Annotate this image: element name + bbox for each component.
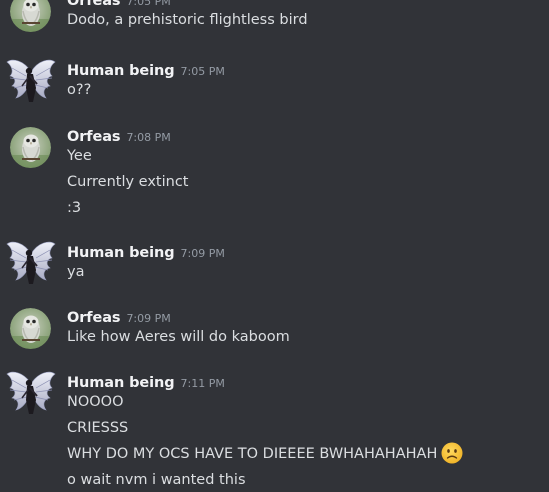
message-text-content: Dodo, a prehistoric flightless bird	[67, 12, 308, 28]
message-text-content: NOOOO	[67, 394, 124, 410]
message-text-content: Currently extinct	[67, 174, 189, 190]
owl-avatar[interactable]	[10, 127, 51, 168]
slightly-frowning-face-emoji[interactable]	[441, 442, 463, 464]
message-text: :3	[67, 198, 81, 218]
message-header: Human being 7:05 PM	[67, 60, 225, 80]
author-name[interactable]: Orfeas	[67, 0, 121, 9]
message-text-content: WHY DO MY OCS HAVE TO DIEEEE BWHAHAHAHAH	[67, 446, 438, 462]
message-text-content: o??	[67, 82, 92, 98]
author-name[interactable]: Human being	[67, 63, 175, 79]
message-text-content: CRIESSS	[67, 420, 129, 436]
timestamp: 7:05 PM	[126, 0, 171, 8]
owl-avatar[interactable]	[10, 0, 51, 32]
message-text: CRIESSS	[67, 418, 128, 438]
timestamp: 7:05 PM	[180, 65, 225, 78]
message-text: Like how Aeres will do kaboom	[67, 327, 290, 347]
winged-figure-avatar[interactable]	[6, 370, 56, 418]
timestamp: 7:09 PM	[180, 247, 225, 260]
message-header: Human being 7:11 PM	[67, 372, 225, 392]
message-group: Human being 7:11 PM NOOOO CRIESSS WHY DO MY …	[0, 373, 549, 492]
message-text: Yee	[67, 146, 92, 166]
message-text-content: ya	[67, 264, 85, 280]
timestamp: 7:08 PM	[126, 131, 171, 144]
author-name[interactable]: Human being	[67, 375, 175, 391]
author-name[interactable]: Human being	[67, 245, 175, 261]
message-header: Orfeas 7:09 PM	[67, 307, 171, 327]
message-text: Currently extinct	[67, 172, 189, 192]
owl-avatar[interactable]	[10, 308, 51, 349]
message-text: NOOOO	[67, 392, 124, 412]
author-name[interactable]: Orfeas	[67, 129, 121, 145]
message-list[interactable]: Orfeas 7:05 PM Dodo, a prehistoric flightl…	[0, 0, 549, 492]
winged-figure-avatar[interactable]	[6, 240, 56, 288]
message-text-content: o wait nvm i wanted this	[67, 472, 246, 488]
message-text: WHY DO MY OCS HAVE TO DIEEEE BWHAHAHAHAH	[67, 442, 463, 464]
message-text: o??	[67, 80, 91, 100]
message-text-content: Like how Aeres will do kaboom	[67, 329, 290, 345]
message-header: Human being 7:09 PM	[67, 242, 225, 262]
message-text: o wait nvm i wanted this	[67, 470, 246, 490]
timestamp: 7:11 PM	[180, 377, 225, 390]
message-text: ya	[67, 262, 84, 282]
message-text: Dodo, a prehistoric flightless bird	[67, 10, 308, 30]
message-header: Orfeas 7:08 PM	[67, 126, 171, 146]
message-text-content: :3	[67, 200, 82, 216]
winged-figure-avatar[interactable]	[6, 58, 56, 106]
message-text-content: Yee	[67, 148, 92, 164]
author-name[interactable]: Orfeas	[67, 310, 121, 326]
message-header: Orfeas 7:05 PM	[67, 0, 171, 10]
timestamp: 7:09 PM	[126, 312, 171, 325]
